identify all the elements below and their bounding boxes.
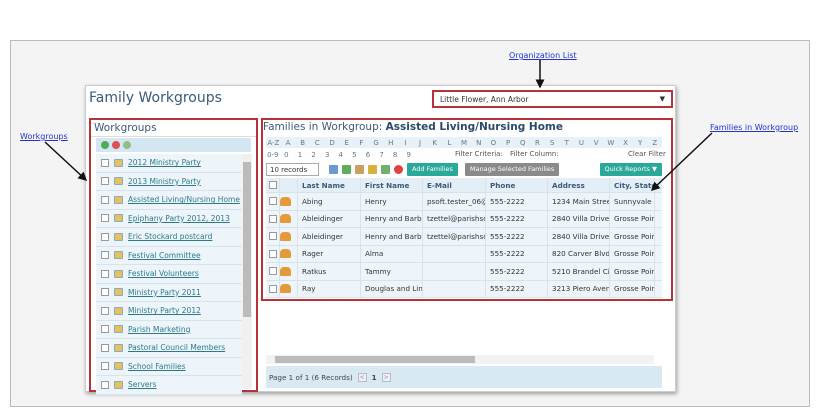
annotation-arrows <box>44 60 713 192</box>
